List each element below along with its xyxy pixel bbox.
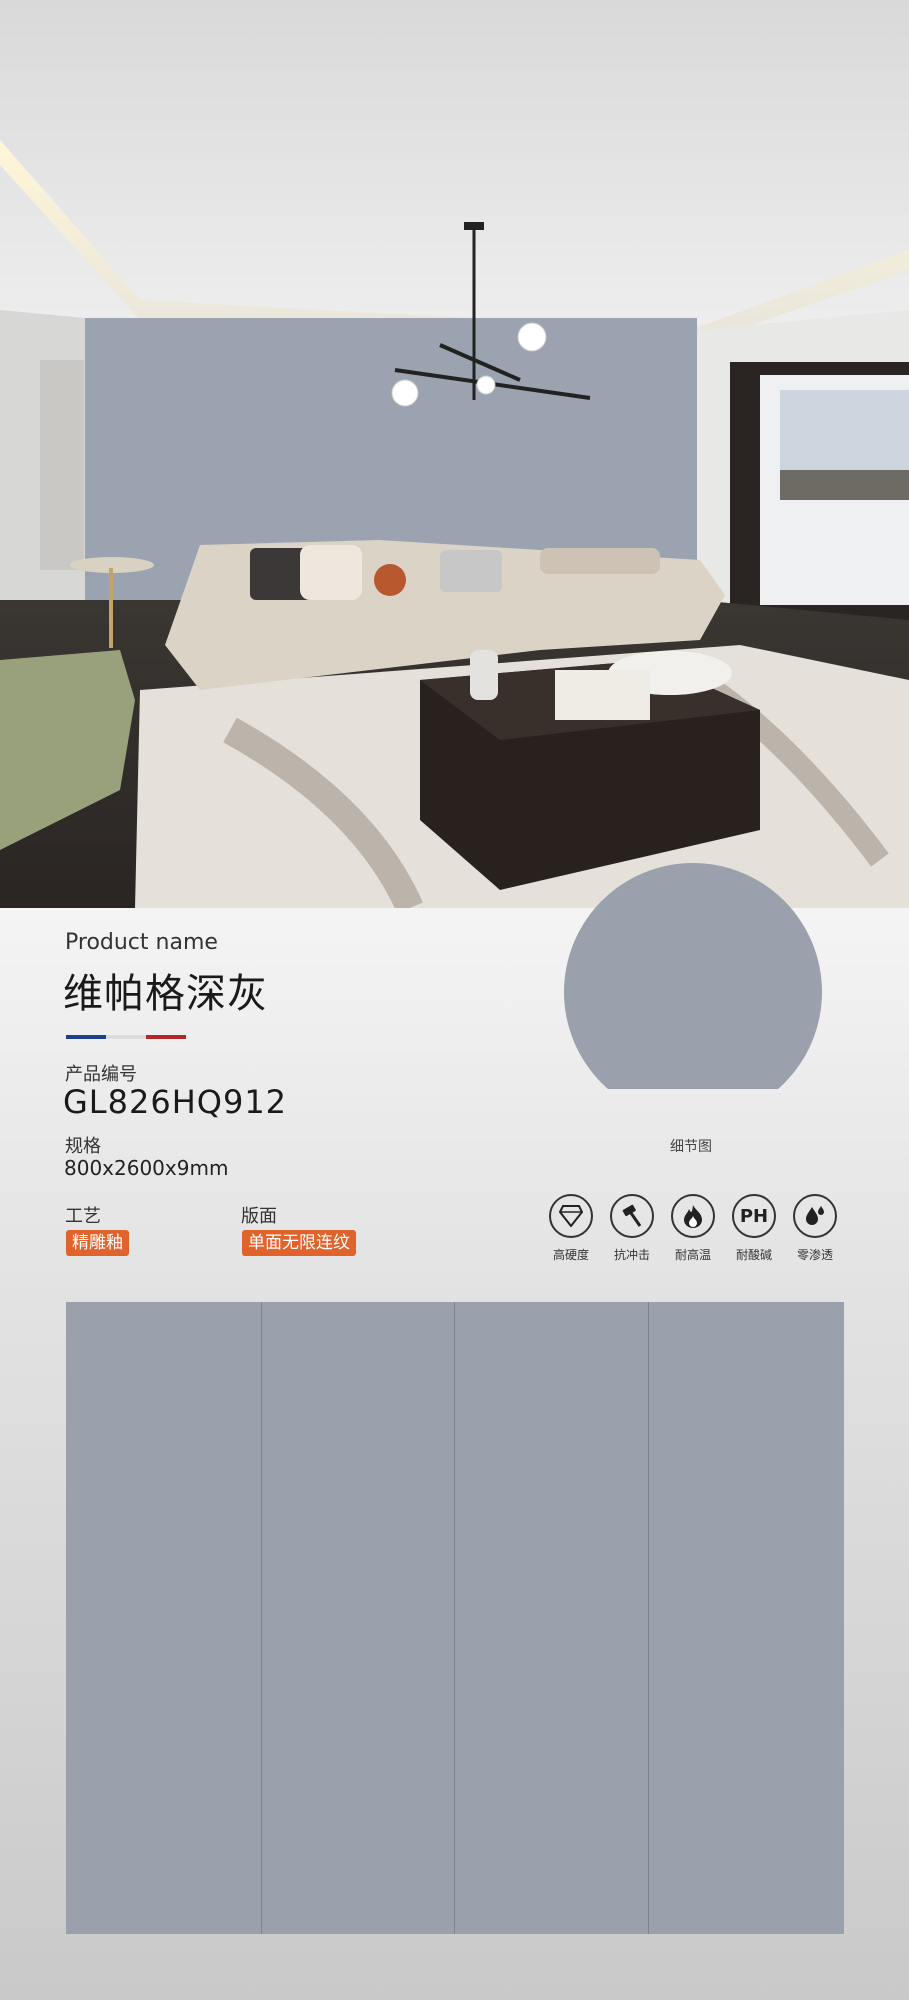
spec-label: 规格	[65, 1136, 101, 1157]
surface-label: 版面	[241, 1206, 277, 1227]
diamond-icon	[549, 1194, 593, 1238]
flag-red-bar	[146, 1035, 186, 1039]
feature-hardness: 高硬度	[541, 1194, 601, 1263]
spec-value: 800x2600x9mm	[64, 1156, 229, 1180]
tile-seam	[261, 1302, 262, 1934]
room-scene-image	[0, 0, 909, 908]
feature-label: 零渗透	[796, 1248, 833, 1262]
feature-label: 高硬度	[552, 1248, 589, 1262]
water-drop-icon	[793, 1194, 837, 1238]
flame-icon	[671, 1194, 715, 1238]
ph-icon: PH	[732, 1194, 776, 1238]
tile-seam	[454, 1302, 455, 1934]
tile-layout-preview	[66, 1302, 844, 1934]
product-name: 维帕格深灰	[63, 971, 268, 1017]
flag-blue-bar	[66, 1035, 106, 1039]
feature-label: 耐高温	[674, 1248, 711, 1262]
hammer-icon	[610, 1194, 654, 1238]
product-code: GL826HQ912	[63, 1083, 288, 1121]
feature-heat: 耐高温	[663, 1194, 723, 1263]
flag-white-bar	[106, 1035, 146, 1039]
surface-badge: 单面无限连纹	[242, 1230, 356, 1256]
craft-label: 工艺	[65, 1206, 101, 1227]
product-name-label: Product name	[65, 930, 218, 955]
detail-swatch	[564, 863, 822, 1121]
feature-label: 抗冲击	[613, 1248, 650, 1262]
craft-badge: 精雕釉	[66, 1230, 129, 1256]
feature-acid: PH 耐酸碱	[724, 1194, 784, 1263]
tricolor-divider	[66, 1035, 186, 1039]
feature-label: 耐酸碱	[735, 1248, 772, 1262]
detail-caption: 细节图	[670, 1139, 712, 1155]
tile-seam	[648, 1302, 649, 1934]
feature-waterproof: 零渗透	[785, 1194, 845, 1263]
feature-impact: 抗冲击	[602, 1194, 662, 1263]
